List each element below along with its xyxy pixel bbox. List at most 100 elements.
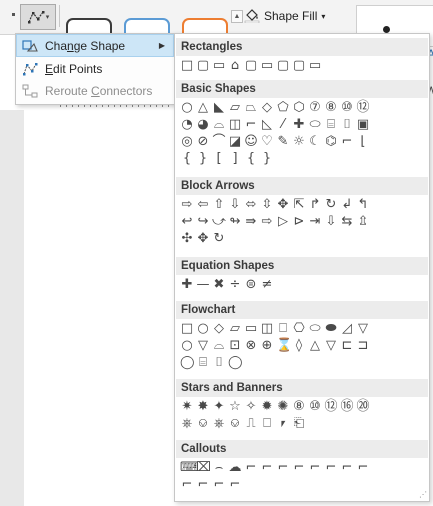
shape-option[interactable]: ▢ — [244, 59, 258, 73]
shape-option[interactable]: ⌬ — [324, 135, 338, 149]
shape-option[interactable]: ⌐ — [244, 461, 258, 475]
shape-option[interactable]: ⊏ — [340, 339, 354, 353]
shape-option[interactable]: ⌒ — [212, 135, 226, 149]
shape-option[interactable]: ✣ — [180, 232, 194, 246]
shape-option[interactable]: ⌐ — [228, 478, 242, 492]
shape-option[interactable]: ▢ — [292, 59, 306, 73]
shape-option[interactable]: [ — [212, 152, 226, 166]
shape-option[interactable]: ⑧ — [292, 400, 306, 414]
shape-option[interactable]: ▭ — [212, 59, 226, 73]
shape-option[interactable]: ▽ — [196, 339, 210, 353]
shape-option[interactable]: ◇ — [260, 101, 274, 115]
shape-option[interactable]: ⎕ — [260, 417, 274, 431]
shape-option[interactable]: ☼ — [292, 135, 306, 149]
shape-option[interactable]: ▱ — [228, 101, 242, 115]
shape-option[interactable]: ⎉ — [228, 417, 242, 431]
shape-option[interactable]: ⑧ — [324, 101, 338, 115]
shape-option[interactable]: ⎖ — [276, 417, 290, 431]
shape-option[interactable]: △ — [308, 339, 322, 353]
shape-option[interactable]: ◕ — [196, 118, 210, 132]
shape-option[interactable]: ◪ — [228, 135, 242, 149]
shape-option[interactable]: ⎕ — [276, 322, 290, 336]
shape-option[interactable]: ⌐ — [292, 461, 306, 475]
shape-option[interactable]: ↻ — [324, 198, 338, 212]
shape-option[interactable]: ◇ — [212, 322, 226, 336]
shape-option[interactable]: ⑫ — [324, 400, 338, 414]
shape-option[interactable]: ✺ — [276, 400, 290, 414]
shape-option[interactable]: ⌊ — [356, 135, 370, 149]
shape-option[interactable]: ⌂ — [228, 59, 242, 73]
shape-option[interactable]: ⇦ — [196, 198, 210, 212]
shape-option[interactable]: ⊘ — [196, 135, 210, 149]
shape-option[interactable]: ⑩ — [340, 101, 354, 115]
shape-option[interactable]: ⌛ — [276, 339, 292, 353]
shape-option[interactable]: ◫ — [260, 322, 274, 336]
shape-option[interactable]: ⊗ — [244, 339, 258, 353]
shape-option[interactable]: ▭ — [244, 322, 258, 336]
shape-option[interactable]: ✧ — [244, 400, 258, 414]
shape-option[interactable]: ⎍ — [244, 417, 258, 431]
shape-option[interactable]: ✦ — [212, 400, 226, 414]
shape-option[interactable]: ↲ — [340, 198, 354, 212]
menu-item-reroute-connectors[interactable]: Reroute Connectors — [17, 80, 173, 101]
shape-option[interactable]: { — [244, 152, 258, 166]
shape-option[interactable]: ✖ — [212, 278, 226, 292]
shape-option[interactable]: ✥ — [196, 232, 210, 246]
shape-option[interactable]: ⇨ — [260, 215, 274, 229]
gallery-scroll-up-button[interactable]: ▲ — [231, 10, 243, 23]
shape-option[interactable]: ⎗ — [292, 417, 306, 431]
shape-option[interactable]: ⌐ — [324, 461, 338, 475]
shape-option[interactable]: ✸ — [196, 400, 210, 414]
shape-option[interactable]: ⎈ — [212, 417, 226, 431]
shape-option[interactable]: □ — [180, 59, 194, 73]
resize-grip-icon[interactable]: ⋰ — [419, 490, 427, 499]
shape-option[interactable]: ☾ — [308, 135, 322, 149]
shape-option[interactable]: ↰ — [356, 198, 370, 212]
shape-option[interactable]: □ — [180, 322, 194, 336]
shape-option[interactable]: ☺ — [244, 135, 258, 149]
shape-option[interactable]: ▢ — [196, 59, 210, 73]
shape-option[interactable]: ✷ — [180, 400, 194, 414]
shape-option[interactable]: ▢ — [276, 59, 290, 73]
shape-option[interactable]: ◫ — [228, 118, 242, 132]
shape-option[interactable]: ◔ — [180, 118, 194, 132]
shape-option[interactable]: ⊡ — [228, 339, 242, 353]
shape-option[interactable]: ⑳ — [356, 400, 370, 414]
shape-option[interactable]: ⑩ — [308, 400, 322, 414]
shape-option[interactable]: ÷ — [228, 278, 242, 292]
shape-option[interactable]: ⬠ — [276, 101, 290, 115]
shape-option[interactable]: ○ — [180, 339, 194, 353]
shape-option[interactable]: ⌐ — [260, 461, 274, 475]
shape-option[interactable]: ⇧ — [212, 198, 226, 212]
shape-option[interactable]: ⌧ — [196, 461, 211, 475]
shape-option[interactable]: ◺ — [260, 118, 274, 132]
shape-option[interactable]: ⌐ — [276, 461, 290, 475]
shape-option[interactable]: ◯ — [180, 356, 195, 370]
shape-option[interactable]: ⇆ — [340, 215, 354, 229]
shape-option[interactable]: ▽ — [324, 339, 338, 353]
shape-option[interactable]: ⌨ — [180, 461, 199, 475]
menu-item-edit-points[interactable]: Edit Points — [17, 58, 173, 79]
shape-option[interactable]: ⇱ — [292, 198, 306, 212]
shape-option[interactable]: ▭ — [308, 59, 322, 73]
shape-option[interactable]: ] — [228, 152, 242, 166]
shape-option[interactable]: — — [196, 278, 210, 292]
shape-option[interactable]: ○ — [196, 322, 210, 336]
shape-option[interactable]: ⇥ — [308, 215, 322, 229]
shape-option[interactable]: ⇳ — [260, 198, 274, 212]
shape-option[interactable]: ⤻ — [212, 215, 226, 229]
shape-option[interactable]: ◣ — [212, 101, 226, 115]
shape-option[interactable]: } — [260, 152, 274, 166]
shape-option[interactable]: ▱ — [228, 322, 242, 336]
shape-option[interactable]: ⑫ — [356, 101, 370, 115]
shape-fill-button[interactable]: Shape Fill ▾ — [244, 6, 325, 26]
shape-option[interactable]: ↪ — [196, 215, 210, 229]
shape-option[interactable]: ⬡ — [292, 101, 306, 115]
shape-option[interactable]: ◎ — [180, 135, 194, 149]
shape-option[interactable]: ◯ — [228, 356, 243, 370]
shape-option[interactable]: △ — [196, 101, 210, 115]
shape-option[interactable]: ⌐ — [212, 478, 226, 492]
shape-option[interactable]: ⬭ — [308, 118, 322, 132]
shape-option[interactable]: ⊳ — [292, 215, 306, 229]
shape-option[interactable]: ⇩ — [228, 198, 242, 212]
